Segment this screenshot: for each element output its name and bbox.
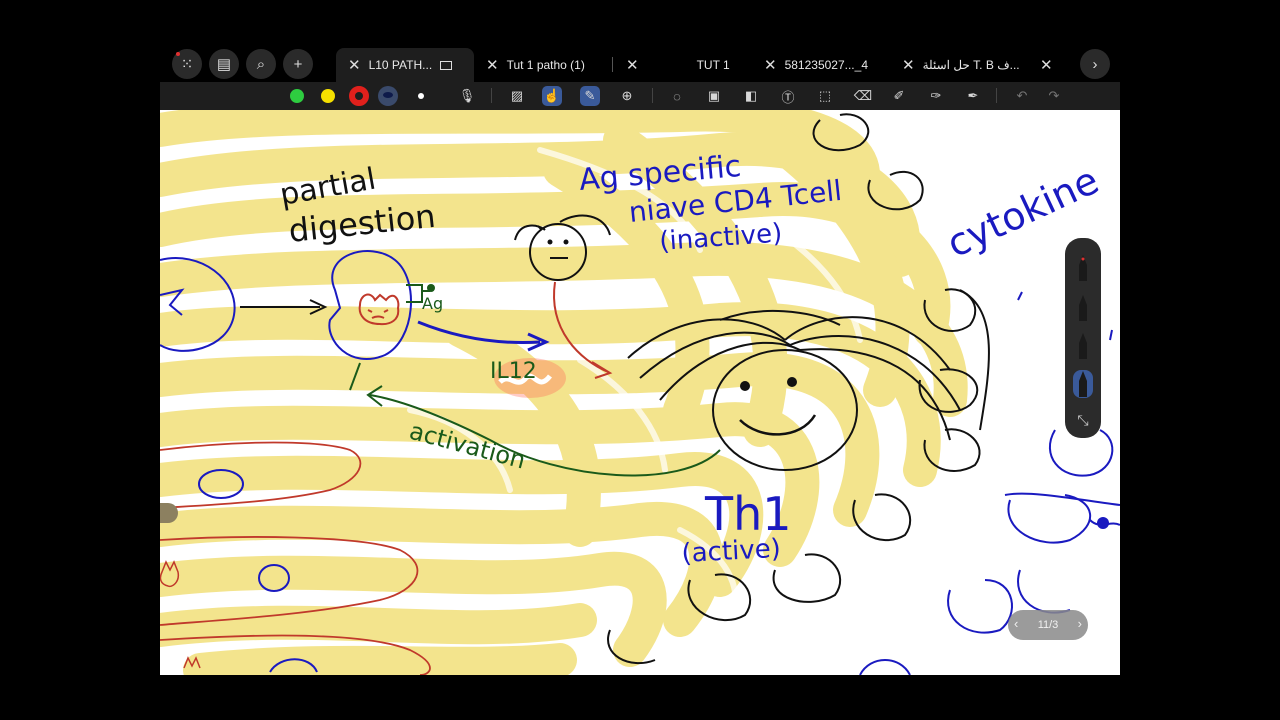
microphone-icon[interactable]: 🎙	[457, 86, 477, 106]
pen-black-2[interactable]	[1073, 294, 1093, 322]
eraser-icon[interactable]: ⌫	[853, 86, 873, 106]
collapse-palette-icon[interactable]: ⤡	[1073, 406, 1093, 434]
pen-tip-icon	[1079, 255, 1087, 281]
color-navy-swatch[interactable]	[378, 86, 398, 106]
marker-icon[interactable]: ✒	[963, 86, 983, 106]
search-icon: ⌕	[256, 55, 266, 73]
note-th1: Th1	[704, 487, 792, 541]
touch-draw-icon[interactable]: ☝	[542, 86, 562, 106]
note-ag-label: Ag	[422, 294, 443, 313]
sidebar-icon: ▤	[216, 56, 232, 73]
th1-eye	[740, 381, 750, 391]
tab-tut-1-patho[interactable]: ✕ Tut 1 patho (1)	[486, 48, 614, 82]
tab-l10-path[interactable]: ✕ L10 PATH...	[336, 48, 474, 82]
blue-dot	[1097, 517, 1109, 529]
chevron-left-icon[interactable]: ‹	[1014, 616, 1018, 631]
page-indicator[interactable]: ‹ 11/3 ›	[1008, 610, 1088, 640]
naive-tcell-eye	[563, 239, 569, 245]
handwritten-note-drawing: partial digestion Ag specific niave CD4 …	[160, 110, 1120, 675]
tab-tut-1[interactable]: ✕ TUT 1	[626, 48, 756, 82]
close-tab-icon[interactable]: ✕	[1040, 56, 1053, 74]
sidebar-button[interactable]: ▤	[209, 49, 239, 79]
zoom-icon[interactable]: ⊕	[617, 86, 637, 106]
lasso-icon[interactable]: ◌	[667, 86, 687, 106]
toolbar-separator	[996, 88, 997, 103]
close-tab-button[interactable]: ✕	[1040, 48, 1060, 82]
chevron-right-icon: ›	[1092, 55, 1098, 73]
tab-arabic-questions[interactable]: ✕ حل اسئلة T. B ف...	[902, 48, 1052, 82]
toolbar-separator	[491, 88, 492, 103]
color-green-swatch[interactable]	[290, 89, 304, 103]
stylus-icon[interactable]: ✎	[580, 86, 600, 106]
tab-label: TUT 1	[696, 58, 730, 72]
close-tab-icon[interactable]: ✕	[348, 56, 361, 74]
color-red-swatch[interactable]	[349, 86, 369, 106]
blue-loops	[859, 429, 1120, 675]
close-tab-icon[interactable]: ✕	[626, 56, 639, 74]
note-il12: IL12	[490, 359, 537, 384]
selection-icon[interactable]: ⬚	[815, 86, 835, 106]
naive-tcell-eye	[547, 239, 553, 245]
chevron-right-icon[interactable]: ›	[1078, 616, 1082, 631]
plus-icon: +	[293, 55, 303, 73]
tab-bar: ⁙ ▤ ⌕ + ✕ L10 PATH... ✕ Tut 1 patho (1) …	[160, 44, 1120, 82]
stroke-size-dot[interactable]	[418, 93, 424, 99]
highlighter-icon[interactable]: ✑	[926, 86, 946, 106]
close-tab-icon[interactable]: ✕	[902, 56, 915, 74]
pen-tip-icon	[1079, 333, 1087, 359]
pen-palette: ⤡	[1065, 238, 1101, 438]
text-icon[interactable]: Ⓣ	[778, 86, 798, 106]
texture-icon[interactable]: ▨	[507, 86, 527, 106]
tab-label: Tut 1 patho (1)	[506, 58, 585, 72]
color-yellow-swatch[interactable]	[321, 89, 335, 103]
tab-581235027[interactable]: ✕ 581235027..._4	[764, 48, 894, 82]
note-active: (active)	[681, 534, 782, 569]
redo-icon[interactable]: ↷	[1044, 86, 1064, 106]
toolbar-separator	[652, 88, 653, 103]
close-tab-icon[interactable]: ✕	[486, 56, 499, 74]
tab-label: 581235027..._4	[784, 58, 868, 72]
grid-icon: ⁙	[180, 56, 194, 73]
notification-dot	[176, 52, 180, 56]
tab-separator	[612, 57, 613, 72]
more-tabs-button[interactable]: ›	[1080, 49, 1110, 79]
pen-blue-selected[interactable]	[1073, 370, 1093, 398]
page-number: 11/3	[1037, 619, 1059, 631]
shapes-icon[interactable]: ◧	[741, 86, 761, 106]
pen-tip-icon	[1079, 295, 1087, 321]
th1-eye	[787, 377, 797, 387]
pen-black-3[interactable]	[1073, 332, 1093, 360]
drawing-toolbar: 🎙 ▨ ☝ ✎ ⊕ ◌ ▣ ◧ Ⓣ ⬚ ⌫ ✐ ✑ ✒ ↶ ↷	[160, 82, 1120, 110]
note-canvas[interactable]: partial digestion Ag specific niave CD4 …	[160, 110, 1120, 675]
notes-app-window: ⁙ ▤ ⌕ + ✕ L10 PATH... ✕ Tut 1 patho (1) …	[160, 44, 1120, 675]
antigen-marker	[406, 284, 423, 303]
pen-black-1[interactable]	[1073, 254, 1093, 282]
new-tab-button[interactable]: +	[283, 49, 313, 79]
search-button[interactable]: ⌕	[246, 49, 276, 79]
split-view-icon[interactable]	[440, 60, 453, 70]
pen-tip-icon	[1079, 371, 1087, 397]
undo-icon[interactable]: ↶	[1012, 86, 1032, 106]
image-icon[interactable]: ▣	[704, 86, 724, 106]
pen-icon[interactable]: ✐	[889, 86, 909, 106]
tab-label: L10 PATH...	[368, 58, 433, 72]
close-tab-icon[interactable]: ✕	[764, 56, 777, 74]
tab-label: حل اسئلة T. B ف...	[922, 58, 1020, 72]
